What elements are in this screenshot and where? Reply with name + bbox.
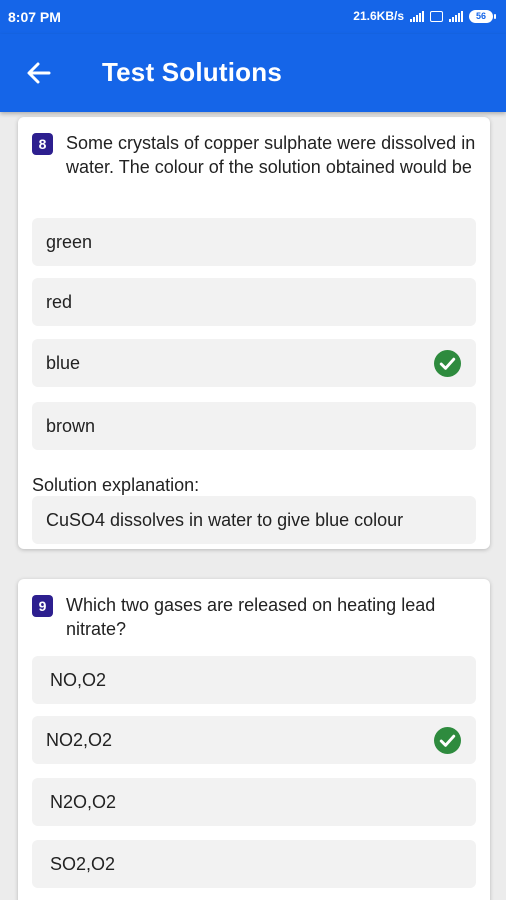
option-label: brown	[46, 416, 96, 436]
option-no-o2[interactable]: NO,O2	[32, 656, 476, 704]
option-blue[interactable]: blue	[32, 339, 476, 387]
question-number-badge: 8	[32, 133, 53, 155]
solution-title: Solution explanation:	[32, 475, 200, 495]
battery-level: 56	[469, 9, 493, 23]
option-brown[interactable]: brown	[32, 402, 476, 450]
app-bar: Test Solutions	[0, 34, 506, 112]
option-label: green	[46, 232, 93, 252]
solution-explanation: CuSO4 dissolves in water to give blue co…	[32, 496, 476, 544]
solution-text: CuSO4 dissolves in water to give blue co…	[46, 510, 404, 530]
option-label: NO2,O2	[46, 730, 113, 750]
option-no2-o2[interactable]: NO2,O2	[32, 716, 476, 764]
page-title: Test Solutions	[102, 57, 282, 87]
status-time: 8:07 PM	[8, 9, 61, 25]
option-label: red	[46, 292, 73, 312]
status-bar: 8:07 PM 21.6KB/s 56	[0, 0, 506, 34]
correct-check-icon	[434, 350, 461, 377]
back-button[interactable]	[22, 56, 56, 90]
signal-4g-icon	[449, 10, 463, 22]
option-label: NO,O2	[50, 670, 107, 690]
solutions-list[interactable]: 8 Some crystals of copper sulphate were …	[0, 112, 506, 900]
question-text: Which two gases are released on heating …	[66, 595, 436, 639]
correct-check-icon	[434, 727, 461, 754]
question-card-8: 8 Some crystals of copper sulphate were …	[18, 117, 490, 549]
question-text: Some crystals of copper sulphate were di…	[66, 133, 476, 177]
option-n2o-o2[interactable]: N2O,O2	[32, 778, 476, 826]
question-card-9: 9 Which two gases are released on heatin…	[18, 579, 490, 900]
network-speed: 21.6KB/s	[353, 9, 404, 23]
arrow-left-icon	[27, 62, 51, 84]
option-label: N2O,O2	[50, 792, 117, 812]
battery-icon: 56	[469, 9, 496, 23]
option-red[interactable]: red	[32, 278, 476, 326]
signal-icon	[410, 10, 424, 22]
option-label: blue	[46, 353, 81, 373]
question-number-badge: 9	[32, 595, 53, 617]
option-label: SO2,O2	[50, 854, 116, 874]
option-so2-o2[interactable]: SO2,O2	[32, 840, 476, 888]
option-green[interactable]: green	[32, 218, 476, 266]
status-icons: 21.6KB/s 56	[353, 9, 496, 23]
data-icon	[430, 10, 443, 22]
